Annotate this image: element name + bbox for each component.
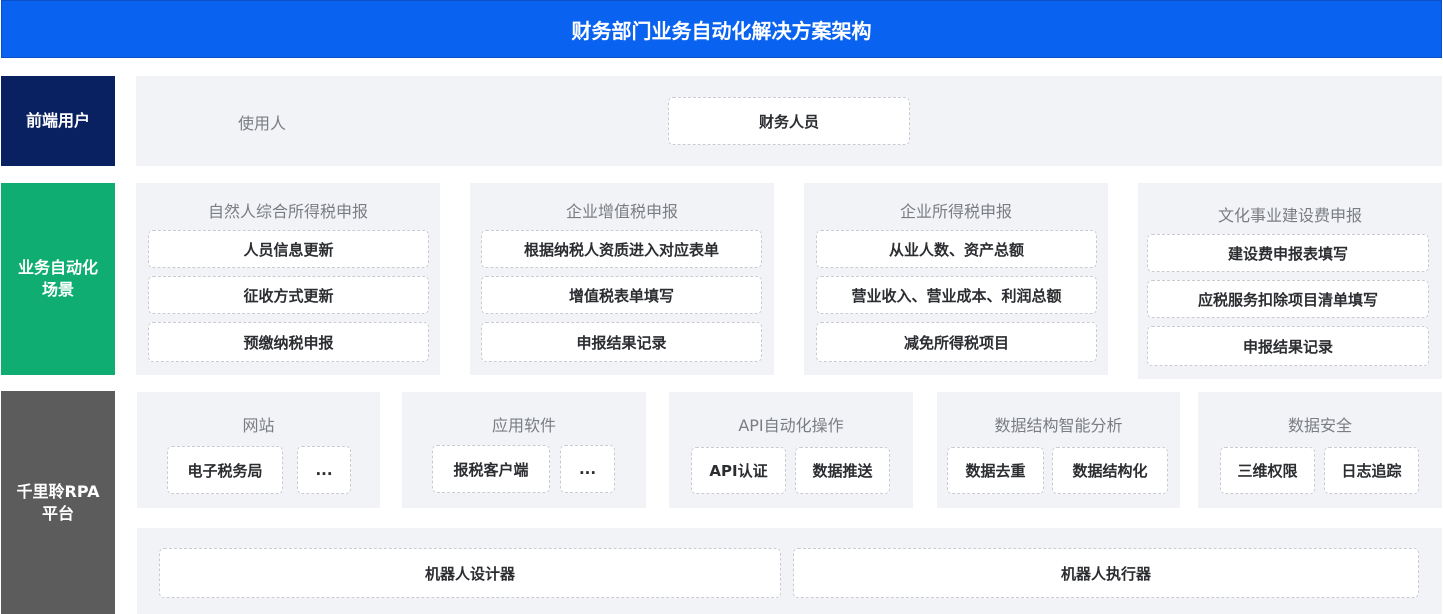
scenario-item: 申报结果记录 [1147, 326, 1429, 366]
group-title: API自动化操作 [738, 416, 844, 435]
capability-item: 电子税务局 [167, 446, 283, 494]
scenario-item: 征收方式更新 [148, 276, 429, 314]
group-title: 企业增值税申报 [565, 202, 678, 221]
scenario-item: 营业收入、营业成本、利润总额 [816, 276, 1097, 314]
robot-tools-panel: 机器人设计器 机器人执行器 [137, 528, 1442, 614]
platform-group: API自动化操作 API认证 数据推送 [669, 392, 913, 508]
scenario-item: 根据纳税人资质进入对应表单 [481, 230, 762, 268]
capability-item: 三维权限 [1220, 447, 1315, 494]
group-title: 企业所得税申报 [899, 202, 1012, 221]
capability-item: ... [560, 445, 615, 493]
robot-executor: 机器人执行器 [793, 548, 1419, 598]
frontend-panel: 使用人 财务人员 [136, 76, 1442, 166]
scenario-item: 预缴纳税申报 [148, 322, 429, 362]
automation-group: 自然人综合所得税申报 人员信息更新 征收方式更新 预缴纳税申报 [136, 183, 440, 375]
group-title: 数据安全 [1287, 416, 1352, 435]
platform-group: 应用软件 报税客户端 ... [402, 392, 646, 508]
group-title: 自然人综合所得税申报 [207, 202, 368, 221]
automation-label: 业务自动化场景 [1, 183, 115, 375]
automation-group: 企业所得税申报 从业人数、资产总额 营业收入、营业成本、利润总额 减免所得税项目 [804, 183, 1108, 375]
capability-item: 数据结构化 [1052, 447, 1168, 494]
frontend-label: 前端用户 [1, 76, 115, 166]
platform-group: 数据结构智能分析 数据去重 数据结构化 [937, 392, 1180, 508]
scenario-item: 增值税表单填写 [481, 276, 762, 314]
capability-item: 报税客户端 [432, 445, 550, 493]
scenario-item: 从业人数、资产总额 [816, 230, 1097, 268]
platform-group: 数据安全 三维权限 日志追踪 [1198, 392, 1442, 508]
automation-group: 企业增值税申报 根据纳税人资质进入对应表单 增值税表单填写 申报结果记录 [470, 183, 774, 375]
robot-designer: 机器人设计器 [159, 548, 781, 598]
scenario-item: 建设费申报表填写 [1147, 234, 1429, 272]
capability-item: 数据去重 [947, 447, 1044, 494]
scenario-item: 应税服务扣除项目清单填写 [1147, 280, 1429, 318]
scenario-item: 人员信息更新 [148, 230, 429, 268]
capability-item: ... [297, 446, 351, 494]
user-box: 财务人员 [668, 97, 910, 145]
capability-item: 日志追踪 [1324, 447, 1419, 494]
automation-group: 文化事业建设费申报 建设费申报表填写 应税服务扣除项目清单填写 申报结果记录 [1138, 183, 1442, 379]
user-label: 使用人 [238, 114, 287, 133]
scenario-item: 申报结果记录 [481, 322, 762, 362]
group-title: 应用软件 [491, 416, 556, 435]
platform-label: 千里聆RPA平台 [1, 391, 115, 614]
group-title: 数据结构智能分析 [994, 416, 1123, 435]
scenario-item: 减免所得税项目 [816, 322, 1097, 362]
capability-item: API认证 [691, 447, 786, 494]
platform-group: 网站 电子税务局 ... [137, 392, 380, 508]
capability-item: 数据推送 [795, 447, 890, 494]
group-title: 网站 [242, 416, 275, 435]
page-title: 财务部门业务自动化解决方案架构 [1, 0, 1442, 58]
group-title: 文化事业建设费申报 [1217, 206, 1362, 225]
